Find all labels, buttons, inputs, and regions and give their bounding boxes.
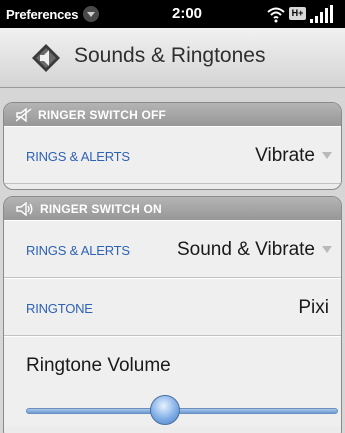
ringtone-label: RINGTONE xyxy=(26,301,93,316)
muted-speaker-icon xyxy=(16,107,32,122)
ringer-on-heading: RINGER SWITCH ON xyxy=(4,197,341,220)
ringtone-value: Pixi xyxy=(298,297,329,318)
ringer-on-group: RINGER SWITCH ON RINGS & ALERTS Sound & … xyxy=(3,196,342,433)
page-header: Sounds & Ringtones xyxy=(0,28,345,88)
wifi-icon xyxy=(267,7,285,23)
chevron-down-icon xyxy=(322,246,332,253)
network-type-badge: H+ xyxy=(289,7,306,20)
app-menu-dropdown-icon xyxy=(83,6,100,22)
ringer-on-heading-text: RINGER SWITCH ON xyxy=(40,201,162,216)
volume-slider-track[interactable] xyxy=(26,408,338,414)
rings-alerts-label: RINGS & ALERTS xyxy=(26,243,130,258)
app-menu-label: Preferences xyxy=(6,6,79,22)
ringer-off-group: RINGER SWITCH OFF RINGS & ALERTS Vibrate xyxy=(3,102,342,190)
clock: 2:00 xyxy=(172,5,203,22)
speaker-icon xyxy=(32,44,60,72)
settings-list: RINGER SWITCH OFF RINGS & ALERTS Vibrate… xyxy=(0,88,345,433)
ringer-off-heading: RINGER SWITCH OFF xyxy=(4,103,341,126)
ringtone-volume-label: Ringtone Volume xyxy=(26,355,171,376)
status-bar: Preferences 2:00 H+ xyxy=(0,0,345,28)
chevron-down-icon xyxy=(322,152,332,159)
rings-alerts-value: Sound & Vibrate xyxy=(176,239,315,260)
ringer-off-rings-alerts-row[interactable]: RINGS & ALERTS Vibrate xyxy=(4,126,341,184)
volume-slider-knob[interactable] xyxy=(150,395,181,425)
app-menu[interactable]: Preferences xyxy=(6,6,100,22)
page-title: Sounds & Ringtones xyxy=(74,44,266,67)
ringtone-row[interactable]: RINGTONE Pixi xyxy=(4,278,341,336)
rings-alerts-label: RINGS & ALERTS xyxy=(26,149,130,164)
ringer-on-rings-alerts-row[interactable]: RINGS & ALERTS Sound & Vibrate xyxy=(4,220,341,278)
ringtone-volume-row: Ringtone Volume xyxy=(4,336,341,426)
speaker-on-icon xyxy=(16,201,33,216)
signal-strength-icon xyxy=(310,5,333,23)
rings-alerts-value: Vibrate xyxy=(255,145,315,166)
ringer-off-heading-text: RINGER SWITCH OFF xyxy=(38,107,167,122)
